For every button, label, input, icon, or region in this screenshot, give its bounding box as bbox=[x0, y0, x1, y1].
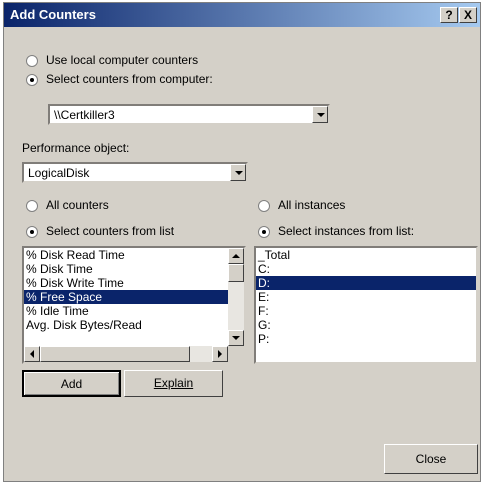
explain-button[interactable]: Explain bbox=[124, 370, 223, 397]
select-counters-label: Select counters from list bbox=[46, 224, 175, 238]
select-instances-label: Select instances from list: bbox=[278, 224, 415, 238]
chevron-down-icon[interactable] bbox=[312, 106, 328, 123]
use-local-radio[interactable] bbox=[26, 55, 38, 67]
computer-select[interactable]: \\Certkiller3 bbox=[48, 104, 330, 125]
scroll-right-icon[interactable] bbox=[212, 346, 228, 362]
add-counters-dialog: Add Counters ? X Use local computer coun… bbox=[3, 2, 481, 482]
explain-label: Explain bbox=[153, 376, 194, 390]
select-counters-radio[interactable] bbox=[26, 226, 38, 238]
all-counters-label: All counters bbox=[46, 198, 109, 212]
instance-list-item[interactable]: E: bbox=[256, 290, 476, 304]
all-counters-radio[interactable] bbox=[26, 200, 38, 212]
computer-value: \\Certkiller3 bbox=[54, 108, 115, 122]
scroll-down-icon[interactable] bbox=[228, 330, 244, 346]
scroll-left-icon[interactable] bbox=[24, 346, 40, 362]
scroll-up-icon[interactable] bbox=[228, 248, 244, 264]
instance-list-item[interactable]: C: bbox=[256, 262, 476, 276]
counter-list-item[interactable]: % Free Space bbox=[24, 290, 244, 304]
counter-list-item[interactable]: % Idle Time bbox=[24, 304, 244, 318]
performance-object-select[interactable]: LogicalDisk bbox=[22, 162, 248, 183]
select-instances-radio[interactable] bbox=[258, 226, 270, 238]
counter-list-item[interactable]: % Disk Time bbox=[24, 262, 244, 276]
instances-list[interactable]: _Total C: D: E: F: G: P: bbox=[254, 246, 478, 364]
counter-list-item[interactable]: % Disk Write Time bbox=[24, 276, 244, 290]
counter-list-item[interactable]: % Disk Read Time bbox=[24, 248, 244, 262]
use-local-label: Use local computer counters bbox=[46, 53, 199, 67]
instance-list-item[interactable]: P: bbox=[256, 332, 476, 346]
all-instances-radio[interactable] bbox=[258, 200, 270, 212]
help-button[interactable]: ? bbox=[440, 7, 458, 23]
scroll-thumb[interactable] bbox=[228, 264, 244, 282]
instance-list-item[interactable]: F: bbox=[256, 304, 476, 318]
counter-items: % Disk Read Time% Disk Time% Disk Write … bbox=[24, 248, 244, 332]
instance-list-item[interactable]: D: bbox=[256, 276, 476, 290]
window-title: Add Counters bbox=[10, 7, 96, 22]
select-computer-radio[interactable] bbox=[26, 74, 38, 86]
close-window-button[interactable]: X bbox=[459, 7, 477, 23]
counters-vertical-scrollbar[interactable] bbox=[228, 248, 244, 346]
horizontal-scroll-thumb[interactable] bbox=[40, 346, 190, 362]
instance-items: _Total C: D: E: F: G: P: bbox=[256, 248, 476, 346]
close-button[interactable]: Close bbox=[384, 444, 478, 474]
performance-object-label: Performance object: bbox=[22, 141, 130, 155]
counter-list-item[interactable]: Avg. Disk Bytes/Read bbox=[24, 318, 244, 332]
chevron-down-icon[interactable] bbox=[230, 164, 246, 181]
counters-horizontal-scrollbar[interactable] bbox=[24, 346, 228, 362]
all-instances-label: All instances bbox=[278, 198, 346, 212]
instance-list-item[interactable]: _Total bbox=[256, 248, 476, 262]
scroll-corner bbox=[228, 346, 244, 362]
select-computer-label: Select counters from computer: bbox=[46, 72, 213, 86]
instance-list-item[interactable]: G: bbox=[256, 318, 476, 332]
counters-list[interactable]: % Disk Read Time% Disk Time% Disk Write … bbox=[22, 246, 246, 364]
add-button[interactable]: Add bbox=[22, 370, 121, 397]
title-bar: Add Counters ? X bbox=[4, 3, 480, 27]
performance-object-value: LogicalDisk bbox=[28, 166, 90, 180]
